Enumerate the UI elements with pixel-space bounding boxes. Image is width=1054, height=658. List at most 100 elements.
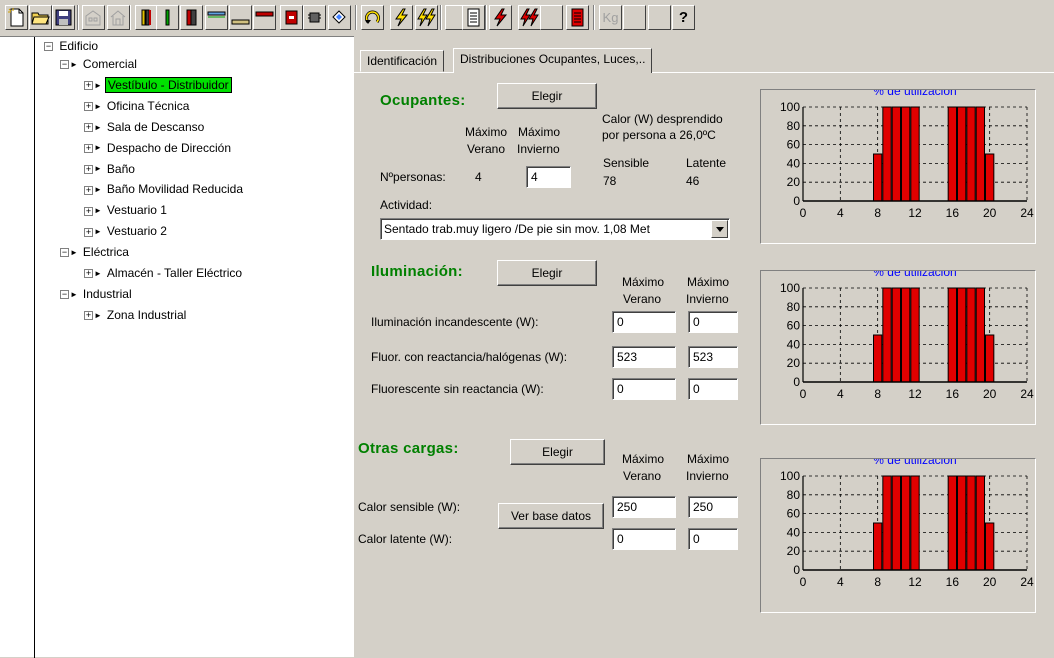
- otras-winter-input[interactable]: 0: [688, 528, 738, 550]
- tree-room[interactable]: + ► Vestíbulo - Distribuidor: [84, 76, 232, 94]
- iluminacion-summer-input[interactable]: 523: [612, 346, 676, 368]
- iluminacion-choose-button[interactable]: Elegir: [497, 260, 597, 286]
- otras-winter-input[interactable]: 250: [688, 496, 738, 518]
- tab-distribuciones[interactable]: Distribuciones Ocupantes, Luces,..: [453, 48, 653, 73]
- refresh-arrow-button[interactable]: [361, 5, 384, 30]
- iluminacion-summer-input[interactable]: 0: [612, 378, 676, 400]
- tree-group[interactable]: − ► Industrial: [60, 285, 134, 303]
- sensible-label: Sensible: [603, 156, 650, 170]
- tab-identificacion[interactable]: Identificación: [360, 50, 445, 72]
- chart-otras-svg: % de utilización0204060801000 4 8 12 16 20 24: [780, 459, 1034, 589]
- blank-4-button[interactable]: [648, 5, 671, 30]
- x-tick-label: 8: [874, 387, 881, 401]
- lightning-red-button[interactable]: [489, 5, 512, 30]
- building-tree[interactable]: − Edificio − ► Comercial + ► Vestíbulo - Dist…: [0, 36, 354, 658]
- help-button[interactable]: ?: [672, 5, 695, 30]
- bar: [910, 287, 920, 383]
- tree-room[interactable]: + ► Almacén - Taller Eléctrico: [84, 264, 244, 282]
- tree-root[interactable]: − Edificio: [44, 37, 100, 55]
- expand-icon[interactable]: −: [60, 60, 69, 70]
- red-block-button[interactable]: [280, 5, 303, 30]
- open-folder-icon: [31, 9, 50, 26]
- diamond-icon: [331, 8, 348, 27]
- otras-summer-input[interactable]: 0: [612, 528, 676, 550]
- otras-choose-button[interactable]: Elegir: [510, 439, 605, 465]
- floor-button[interactable]: [229, 5, 252, 30]
- tree-room[interactable]: + ► Baño: [84, 160, 137, 178]
- house-button[interactable]: [107, 5, 130, 30]
- tree-group[interactable]: − ► Comercial: [60, 55, 139, 73]
- component-button[interactable]: [303, 5, 326, 30]
- diamond-button[interactable]: [328, 5, 351, 30]
- expand-icon[interactable]: +: [84, 81, 93, 91]
- y-tick-label: 80: [787, 119, 801, 133]
- expand-icon[interactable]: +: [84, 123, 93, 133]
- chevron-down-icon[interactable]: [711, 220, 728, 238]
- iluminacion-summer-input[interactable]: 0: [612, 311, 676, 333]
- bar: [985, 522, 995, 571]
- ocupantes-max-summer-1: Máximo: [465, 125, 508, 139]
- ocupantes-max-winter-2: Invierno: [517, 142, 560, 156]
- expand-icon[interactable]: +: [84, 143, 93, 153]
- new-document-button[interactable]: [5, 5, 28, 30]
- blank-2-button[interactable]: [540, 5, 563, 30]
- bar: [873, 334, 883, 383]
- column-button[interactable]: [156, 5, 179, 30]
- activity-select[interactable]: Sentado trab.muy ligero /De pie sin mov.…: [380, 218, 730, 240]
- expand-icon[interactable]: +: [84, 185, 93, 195]
- open-folder-button[interactable]: [29, 5, 52, 30]
- red-report-button[interactable]: [566, 5, 589, 30]
- expand-icon[interactable]: +: [84, 164, 93, 174]
- door-button[interactable]: [180, 5, 203, 30]
- expand-icon[interactable]: +: [84, 269, 93, 279]
- iluminacion-winter-input[interactable]: 523: [688, 346, 738, 368]
- iluminacion-title: Iluminación:: [371, 263, 463, 280]
- tree-room[interactable]: + ► Oficina Técnica: [84, 97, 191, 115]
- lightning-button[interactable]: [390, 5, 413, 30]
- tree-item-label: Eléctrica: [82, 245, 129, 260]
- double-lightning-red-button[interactable]: [518, 5, 541, 30]
- expand-icon[interactable]: +: [84, 102, 93, 112]
- iluminacion-winter-input[interactable]: 0: [688, 311, 738, 333]
- tree-room[interactable]: + ► Vestuario 1: [84, 201, 169, 219]
- y-tick-label: 20: [787, 544, 801, 558]
- expand-icon[interactable]: −: [60, 290, 69, 300]
- collapse-icon[interactable]: −: [44, 42, 53, 52]
- expand-icon[interactable]: +: [84, 227, 93, 237]
- kg-button[interactable]: Kg: [599, 5, 622, 30]
- save-disk-button[interactable]: [52, 5, 75, 30]
- window-button[interactable]: [205, 5, 228, 30]
- expand-icon[interactable]: −: [60, 248, 69, 258]
- lightning-icon: [392, 8, 411, 27]
- building-button[interactable]: [82, 5, 105, 30]
- view-database-button[interactable]: Ver base datos: [498, 503, 604, 529]
- chart-title: % de utilización: [873, 459, 956, 467]
- roof-button[interactable]: [253, 5, 276, 30]
- blank-3-button[interactable]: [623, 5, 646, 30]
- arrow-right-icon: ►: [94, 143, 102, 153]
- tree-room[interactable]: + ► Sala de Descanso: [84, 118, 206, 136]
- double-lightning-button[interactable]: [415, 5, 438, 30]
- report-icon: [466, 8, 481, 27]
- y-tick-label: 60: [787, 319, 801, 333]
- expand-icon[interactable]: +: [84, 206, 93, 216]
- tree-room[interactable]: + ► Vestuario 2: [84, 222, 169, 240]
- ocupantes-choose-button[interactable]: Elegir: [497, 83, 597, 109]
- wall-layers-button[interactable]: [135, 5, 158, 30]
- expand-icon[interactable]: +: [84, 311, 93, 321]
- persons-label: Nºpersonas:: [380, 170, 446, 184]
- tree-room[interactable]: + ► Zona Industrial: [84, 306, 188, 324]
- tree-room[interactable]: + ► Despacho de Dirección: [84, 139, 233, 157]
- tree-item-label: Almacén - Taller Eléctrico: [106, 266, 243, 280]
- otras-summer-input[interactable]: 250: [612, 496, 676, 518]
- tree-item-label: Industrial: [82, 286, 132, 301]
- x-tick-label: 16: [946, 206, 960, 220]
- tree-room[interactable]: + ► Baño Movilidad Reducida: [84, 180, 245, 198]
- persons-winter-input[interactable]: 4: [526, 166, 571, 188]
- iluminacion-winter-input[interactable]: 0: [688, 378, 738, 400]
- bar: [901, 106, 911, 202]
- bar: [966, 475, 976, 571]
- tree-group[interactable]: − ► Eléctrica: [60, 243, 131, 261]
- x-tick-label: 12: [908, 206, 922, 220]
- report-button[interactable]: [462, 5, 485, 30]
